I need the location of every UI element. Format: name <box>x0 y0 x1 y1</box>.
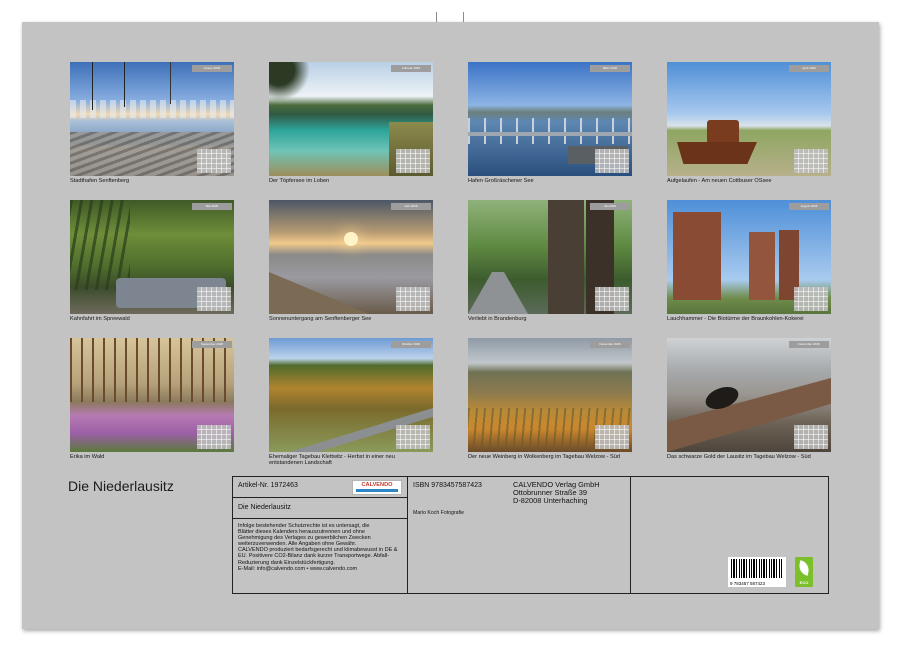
photo-tile-january[interactable]: Januar 2026 Stadthafen Senftenberg <box>70 62 234 184</box>
photo-caption: Sonnenuntergang am Senftenberger See <box>269 316 433 322</box>
publisher-cell: ISBN 9783457587423 CALVENDO Verlag GmbH … <box>408 477 631 593</box>
month-tag: März 2026 <box>590 65 630 72</box>
photo-tile-march[interactable]: März 2026 Hafen Großräschener See <box>468 62 632 184</box>
legal-notice: Infolge bestehender Schutzrechte ist es … <box>238 523 397 572</box>
calendar-title: Die Niederlausitz <box>68 478 174 494</box>
mini-calendar <box>197 149 231 173</box>
calendar-page: Januar 2026 Stadthafen Senftenberg Febru… <box>22 22 879 629</box>
month-tag: Dezember 2026 <box>789 341 829 348</box>
mini-calendar <box>197 425 231 449</box>
autumn-road-photo: Oktober 2026 <box>269 338 433 452</box>
mini-calendar <box>595 425 629 449</box>
calendar-name: Die Niederlausitz <box>238 504 291 511</box>
photo-caption: Aufgelaufen - Am neuen Cottbuser OSsee <box>667 178 831 184</box>
mini-calendar <box>396 425 430 449</box>
month-tag: November 2026 <box>590 341 630 348</box>
photo-tile-february[interactable]: Februar 2026 Der Töpfersee im Loben <box>269 62 433 184</box>
mini-calendar <box>197 287 231 311</box>
publisher-address: CALVENDO Verlag GmbH Ottobrunner Straße … <box>513 481 600 505</box>
photo-tile-july[interactable]: Juli 2026 Verliebt in Brandenburg <box>468 200 632 322</box>
month-tag: Juni 2026 <box>391 203 431 210</box>
calvendo-logo: CALVENDO <box>352 480 402 495</box>
photo-caption: Stadthafen Senftenberg <box>70 178 234 184</box>
photo-caption: Der neue Weinberg in Wolkenberg im Tageb… <box>468 454 632 460</box>
month-tag: Januar 2026 <box>192 65 232 72</box>
photo-caption: Erika im Wald <box>70 454 234 460</box>
photo-caption: Verliebt in Brandenburg <box>468 316 632 322</box>
photo-caption: Der Töpfersee im Loben <box>269 178 433 184</box>
photo-tile-november[interactable]: November 2026 Der neue Weinberg in Wolke… <box>468 338 632 460</box>
coal-photo: Dezember 2026 <box>667 338 831 452</box>
month-tag: April 2026 <box>789 65 829 72</box>
month-tag: Oktober 2026 <box>391 341 431 348</box>
article-cell: Artikel-Nr. 1972463 CALVENDO Die Niederl… <box>233 477 408 593</box>
mini-calendar <box>595 149 629 173</box>
divider <box>233 497 407 498</box>
month-tag: Juli 2026 <box>590 203 630 210</box>
photo-tile-june[interactable]: Juni 2026 Sonnenuntergang am Senftenberg… <box>269 200 433 322</box>
mini-calendar <box>595 287 629 311</box>
photo-tile-april[interactable]: April 2026 Aufgelaufen - Am neuen Cottbu… <box>667 62 831 184</box>
photo-caption: Kahnfahrt im Spreewald <box>70 316 234 322</box>
month-tag: August 2026 <box>789 203 829 210</box>
brand-name: CALVENDO <box>353 482 401 489</box>
mini-calendar <box>396 149 430 173</box>
sunset-photo: Juni 2026 <box>269 200 433 314</box>
eco-leaf-icon: ECO <box>795 557 813 587</box>
mini-calendar <box>794 287 828 311</box>
barcode-digits: 9 783457 587423 <box>730 581 765 586</box>
mini-calendar <box>794 149 828 173</box>
mini-calendar <box>396 287 430 311</box>
harbor-photo: März 2026 <box>468 62 632 176</box>
month-tag: Februar 2026 <box>391 65 431 72</box>
brand-stripe <box>356 489 398 492</box>
barcode-bars <box>731 559 783 578</box>
boat-photo: Mai 2026 <box>70 200 234 314</box>
lake-photo: Februar 2026 <box>269 62 433 176</box>
photo-tile-august[interactable]: August 2026 Lauchhammer - Die Biotürme d… <box>667 200 831 322</box>
leaf-shape <box>798 560 810 576</box>
barcode-cell: 9 783457 587423 ECO <box>631 477 828 593</box>
photographer: Mario Koch Fotografie <box>413 510 464 516</box>
mini-calendar <box>794 425 828 449</box>
marina-photo: Januar 2026 <box>70 62 234 176</box>
vineyard-photo: November 2026 <box>468 338 632 452</box>
photo-tile-december[interactable]: Dezember 2026 Das schwarze Gold der Laus… <box>667 338 831 460</box>
barcode: 9 783457 587423 <box>728 557 786 587</box>
photo-tile-september[interactable]: September 2026 Erika im Wald <box>70 338 234 460</box>
photo-caption: Hafen Großräschener See <box>468 178 632 184</box>
boat-sculpture-photo: April 2026 <box>667 62 831 176</box>
photo-caption: Das schwarze Gold der Lausitz im Tagebau… <box>667 454 831 460</box>
photo-caption: Ehemaliger Tagebau Klettwitz - Herbst in… <box>269 454 433 467</box>
tree-road-photo: Juli 2026 <box>468 200 632 314</box>
photo-tile-may[interactable]: Mai 2026 Kahnfahrt im Spreewald <box>70 200 234 322</box>
divider <box>233 518 407 519</box>
eco-label: ECO <box>795 580 813 585</box>
month-tag: September 2026 <box>192 341 232 348</box>
article-number: Artikel-Nr. 1972463 <box>238 482 298 489</box>
info-panel: Artikel-Nr. 1972463 CALVENDO Die Niederl… <box>232 476 829 594</box>
photo-tile-october[interactable]: Oktober 2026 Ehemaliger Tagebau Klettwit… <box>269 338 433 467</box>
heather-forest-photo: September 2026 <box>70 338 234 452</box>
photo-caption: Lauchhammer - Die Biotürme der Braunkohl… <box>667 316 831 322</box>
month-tag: Mai 2026 <box>192 203 232 210</box>
towers-photo: August 2026 <box>667 200 831 314</box>
isbn: ISBN 9783457587423 <box>413 482 482 489</box>
